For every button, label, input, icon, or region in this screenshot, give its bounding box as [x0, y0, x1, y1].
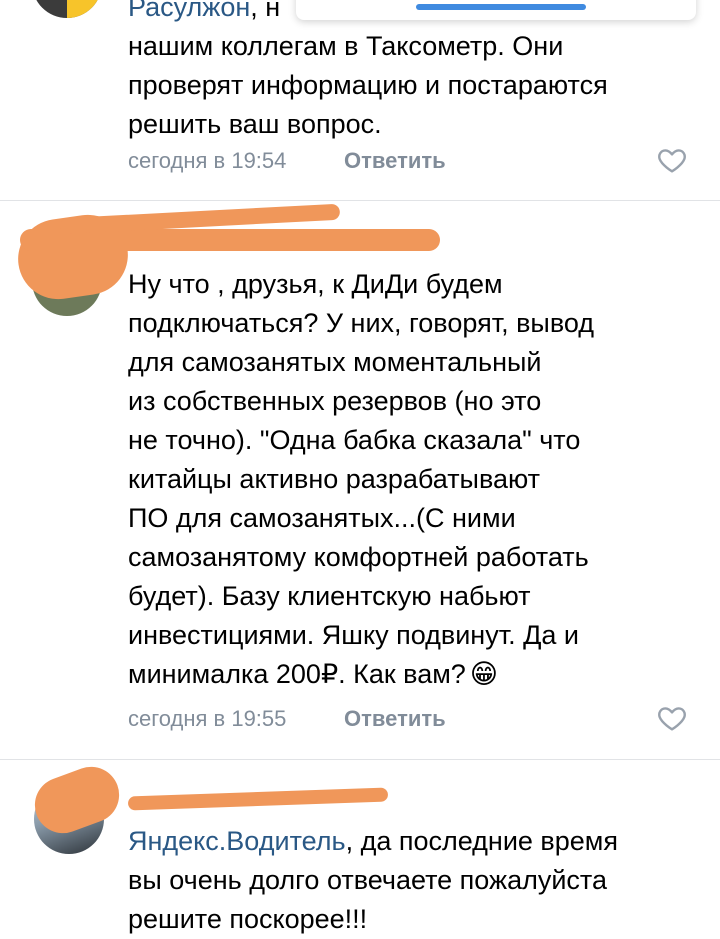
text-line: минималка 200₽. Как вам? 😁 [128, 655, 594, 694]
comment-3: Яндекс.Водитель, да последние время вы о… [0, 758, 720, 934]
text-line: самозанятому комфортней работать [128, 542, 589, 572]
text-line: решите поскорее!!! [128, 904, 368, 934]
text-line-content: минималка 200₽. Как вам? [128, 659, 466, 689]
text-line: китайцы активно разрабатывают [128, 464, 541, 494]
reply-button[interactable]: Ответить [344, 148, 446, 174]
mention-link[interactable]: Яндекс.Водитель [128, 826, 346, 856]
text-line: нашим коллегам в Таксометр. Они [128, 31, 564, 61]
comment-2: Ну что , друзья, к ДиДи будем подключать… [0, 201, 720, 759]
text-line: Ну что , друзья, к ДиДи будем [128, 269, 503, 299]
text-line: проверят информацию и постараются [128, 70, 608, 100]
comment-1-body: нашим коллегам в Таксометр. Они проверят… [128, 27, 608, 144]
comment-time: сегодня в 19:54 [128, 148, 287, 173]
avatar[interactable] [32, 0, 102, 18]
grinning-emoji-icon: 😁 [469, 659, 498, 690]
heart-outline-icon[interactable] [656, 144, 688, 176]
text-line: вы очень долго отвечаете пожалуйста [128, 865, 607, 895]
comment-time: сегодня в 19:55 [128, 706, 287, 731]
text-line: инвестициями. Яшку подвинут. Да и [128, 620, 579, 650]
text-line-content: , да последние время [345, 826, 618, 856]
heart-outline-icon[interactable] [656, 702, 688, 734]
text-line: ПО для самозанятых...(С ними [128, 503, 516, 533]
comment-1: Расулжон, н нашим коллегам в Таксометр. … [0, 0, 720, 200]
text-line: подключаться? У них, говорят, вывод [128, 308, 595, 338]
text-line: для самозанятых моментальный [128, 347, 542, 377]
redaction-mark [127, 787, 389, 811]
comment-3-body: вы очень долго отвечаете пожалуйста реши… [128, 861, 607, 939]
text-line: будет). Базу клиентскую набьют [128, 581, 531, 611]
reply-button[interactable]: Ответить [344, 706, 446, 732]
text-line: не точно). "Одна бабка сказала" что [128, 425, 581, 455]
text-line: из собственных резервов (но это [128, 386, 542, 416]
mention-tail: , н [250, 0, 281, 22]
comment-2-body: Ну что , друзья, к ДиДи будем подключать… [128, 265, 594, 694]
text-line: решить ваш вопрос. [128, 109, 382, 139]
comment-3-first-line: Яндекс.Водитель, да последние время [128, 822, 618, 861]
comment-1-first-line: Расулжон, н [128, 0, 280, 27]
mention-link[interactable]: Расулжон [128, 0, 250, 22]
